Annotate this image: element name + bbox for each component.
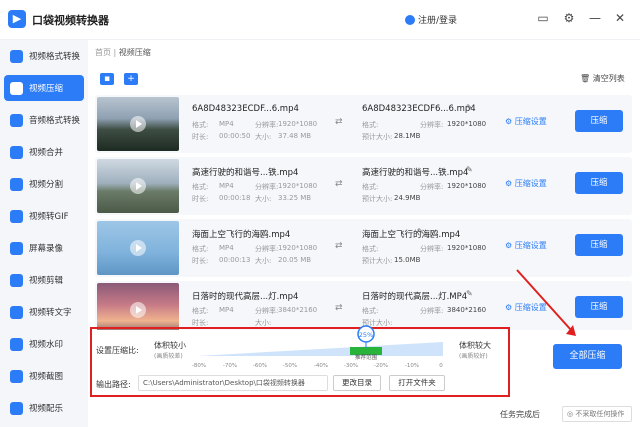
slider-tick-label: -50% [283,363,297,369]
slider-tick-label: -10% [405,363,419,369]
recommend-label: 推荐范围 [355,353,378,361]
slider-tick-label: -80% [192,363,206,369]
slider-tick-label: -30% [344,363,358,369]
slider-tick-label: -40% [314,363,328,369]
open-folder-button[interactable]: 打开文件夹 [389,375,445,391]
recommend-range [350,347,382,355]
after-task-label: 任务完成后 [500,410,540,419]
output-path-field[interactable]: C:\Users\Administrator\Desktop\口袋视频转换器 [138,375,328,391]
slider-tick-label: -60% [253,363,267,369]
compress-slider[interactable]: 25% 推荐范围 -80% -70% -60% -50% -40% -30% -20% -10… [0,0,640,427]
slider-tick-label: -70% [223,363,237,369]
output-label: 输出路径: [96,380,131,389]
ratio-value: 25% [359,331,373,339]
after-task-select[interactable]: ◎ 不采取任何操作 [562,406,632,422]
slider-tick-label: -20% [374,363,388,369]
slider-tick-label: 0 [439,363,443,369]
compress-all-button[interactable]: 全部压缩 [553,344,622,369]
change-dir-button[interactable]: 更改目录 [333,375,381,391]
